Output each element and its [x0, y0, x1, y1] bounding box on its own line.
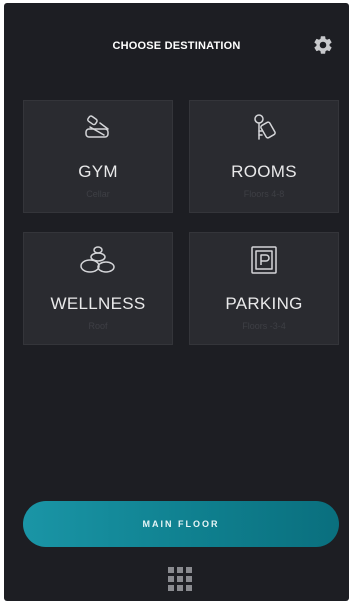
app-screen: CHOOSE DESTINATION GYM Cellar ROOMS Floo… — [4, 3, 349, 601]
gear-icon — [314, 36, 332, 54]
grid-dot — [168, 567, 174, 573]
grid-menu-icon[interactable] — [167, 566, 193, 592]
main-floor-button[interactable]: MAIN FLOOR — [23, 501, 339, 547]
grid-dot — [168, 585, 174, 591]
spa-stones-icon — [24, 245, 172, 273]
tile-sublabel: Floors -3-4 — [242, 321, 286, 331]
page-title: CHOOSE DESTINATION — [112, 40, 241, 52]
tile-sublabel: Floors 4-8 — [243, 189, 285, 199]
dumbbell-icon — [24, 113, 172, 141]
destination-tile-parking[interactable]: PARKING Floors -3-4 — [189, 232, 339, 345]
destination-tile-gym[interactable]: GYM Cellar — [23, 100, 173, 213]
destination-tile-wellness[interactable]: WELLNESS Roof — [23, 232, 173, 345]
room-key-icon — [190, 113, 338, 141]
tile-sublabel: Cellar — [86, 189, 110, 199]
tile-label: ROOMS — [231, 162, 297, 181]
tile-sublabel: Roof — [88, 321, 108, 331]
tile-label: PARKING — [225, 294, 303, 313]
destination-tile-rooms[interactable]: ROOMS Floors 4-8 — [189, 100, 339, 213]
grid-dot — [186, 585, 192, 591]
grid-dot — [168, 576, 174, 582]
parking-icon — [190, 245, 338, 274]
grid-dot — [177, 576, 183, 582]
tile-label: WELLNESS — [50, 294, 146, 313]
grid-dot — [186, 567, 192, 573]
tile-label: GYM — [78, 162, 118, 181]
settings-button[interactable] — [309, 31, 337, 59]
grid-dot — [177, 567, 183, 573]
grid-dot — [186, 576, 192, 582]
grid-dot — [177, 585, 183, 591]
main-floor-label: MAIN FLOOR — [142, 519, 220, 529]
